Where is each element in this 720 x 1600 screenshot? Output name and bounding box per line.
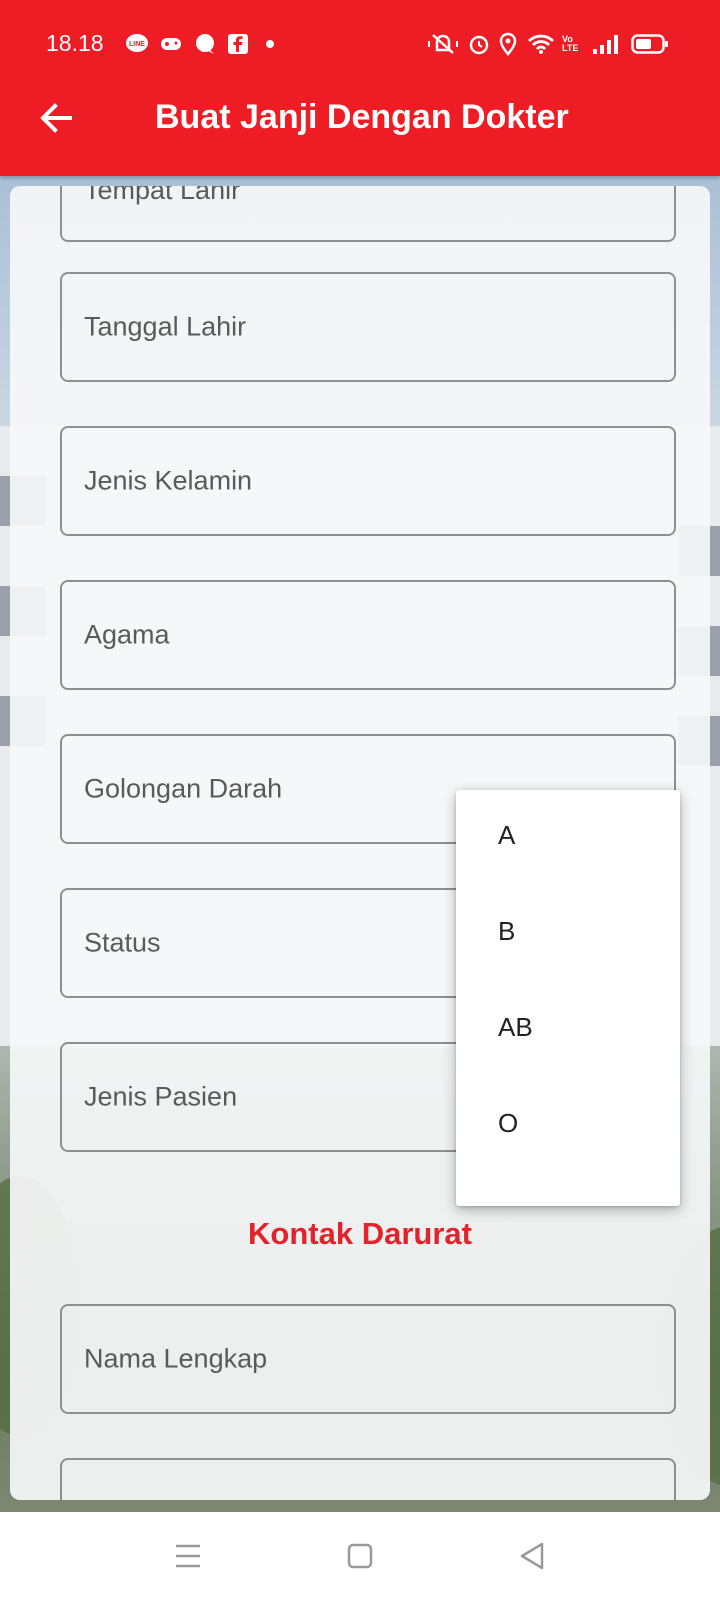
section-title-kontak-darurat: Kontak Darurat <box>248 1216 472 1251</box>
field-label: Status <box>84 927 161 958</box>
status-bar: 18.18 LINE Vo LTE <box>0 24 720 64</box>
field-tempat-lahir[interactable]: Tempat Lahir <box>60 186 676 242</box>
home-square-icon[interactable] <box>338 1534 382 1578</box>
blood-type-dropdown-menu: A B AB O <box>456 790 680 1206</box>
app-bar: 18.18 LINE Vo LTE Buat Janji Dengan Dokt… <box>0 0 720 176</box>
field-nama-lengkap[interactable]: Nama Lengkap <box>60 1304 676 1414</box>
field-label: Agama <box>84 619 170 650</box>
field-label: Golongan Darah <box>84 773 283 804</box>
game-controller-icon <box>158 32 184 56</box>
field-label: Tempat Lahir <box>84 186 241 205</box>
volte-icon: Vo LTE <box>562 34 579 53</box>
wifi-icon <box>526 32 556 56</box>
chat-bubble-icon <box>192 32 218 56</box>
field-label: Tanggal Lahir <box>84 311 247 342</box>
back-arrow-icon[interactable] <box>36 98 76 138</box>
field-tanggal-lahir[interactable]: Tanggal Lahir <box>60 272 676 382</box>
system-nav-bar <box>0 1512 720 1600</box>
field-label: Nama Lengkap <box>84 1343 268 1374</box>
menu-icon[interactable] <box>166 1534 210 1578</box>
facebook-icon <box>226 32 250 56</box>
back-triangle-icon[interactable] <box>510 1534 554 1578</box>
field-label: Jenis Pasien <box>84 1081 238 1112</box>
field-agama[interactable]: Agama <box>60 580 676 690</box>
alarm-icon <box>466 32 492 56</box>
battery-icon <box>630 32 670 56</box>
line-icon: LINE <box>124 32 150 56</box>
dropdown-option-o[interactable]: O <box>498 1108 518 1139</box>
signal-icon <box>590 32 620 56</box>
svg-text:LINE: LINE <box>129 41 145 48</box>
field-partial-next[interactable] <box>60 1458 676 1500</box>
status-time: 18.18 <box>46 30 104 56</box>
dropdown-option-ab[interactable]: AB <box>498 1012 533 1043</box>
dropdown-option-b[interactable]: B <box>498 916 515 947</box>
dropdown-option-a[interactable]: A <box>498 820 515 851</box>
location-icon <box>496 32 520 56</box>
field-label: Jenis Kelamin <box>84 465 253 496</box>
dot-icon <box>264 32 276 56</box>
field-jenis-kelamin[interactable]: Jenis Kelamin <box>60 426 676 536</box>
vibrate-mute-icon <box>426 32 460 56</box>
page-title: Buat Janji Dengan Dokter <box>155 98 569 136</box>
